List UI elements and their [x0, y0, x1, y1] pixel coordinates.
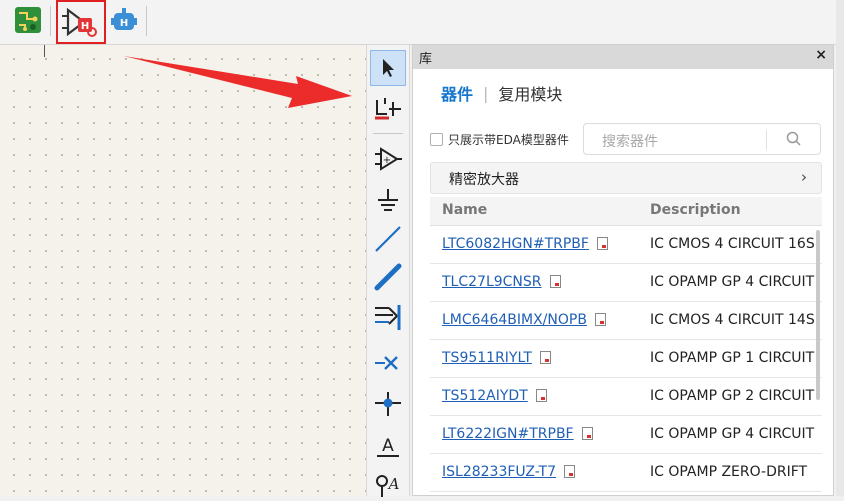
- library-panel: 库 × 器件 | 复用模块 只展示带EDA模型器件 搜索器件 精密放大器 › N…: [412, 44, 834, 496]
- datasheet-icon[interactable]: [539, 351, 551, 364]
- add-symbol-icon[interactable]: +: [370, 141, 406, 177]
- component-description: IC OPAMP ZERO-DRIFT: [650, 464, 808, 480]
- tab-reuse-modules[interactable]: 复用模块: [498, 81, 562, 105]
- toolbar-separator: [50, 6, 51, 36]
- table-scrollbar[interactable]: [816, 230, 820, 400]
- svg-text:+: +: [383, 155, 391, 166]
- component-description: IC CMOS 4 CIRCUIT 14S: [650, 312, 815, 328]
- search-placeholder: 搜索器件: [602, 134, 658, 150]
- datasheet-icon[interactable]: [549, 275, 561, 288]
- component-name-link[interactable]: TLC27L9CNSR: [442, 274, 561, 290]
- table-row[interactable]: LT6222IGN#TRPBF IC OPAMP GP 4 CIRCUIT: [430, 416, 822, 454]
- bus-entry-multi-icon[interactable]: [370, 299, 406, 335]
- component-description: IC OPAMP GP 1 CIRCUIT: [650, 350, 815, 366]
- top-toolbar: H H: [0, 0, 836, 45]
- panel-tabs: 器件 | 复用模块: [441, 81, 562, 105]
- datasheet-icon[interactable]: [596, 237, 608, 250]
- panel-title: 库: [419, 52, 433, 67]
- bus-entry-icon[interactable]: [370, 91, 406, 127]
- eda-model-filter[interactable]: 只展示带EDA模型器件: [430, 131, 569, 148]
- select-arrow-icon[interactable]: [370, 50, 406, 86]
- search-icon[interactable]: [786, 131, 802, 151]
- schematic-canvas[interactable]: [0, 45, 366, 496]
- table-row[interactable]: LTC6082HGN#TRPBF IC CMOS 4 CIRCUIT 16S: [430, 226, 822, 264]
- table-row[interactable]: ISL28233FUZ-T7 IC OPAMP ZERO-DRIFT: [430, 454, 822, 492]
- component-name-link[interactable]: LT6222IGN#TRPBF: [442, 426, 593, 442]
- svg-text:H: H: [120, 18, 128, 29]
- eda-model-checkbox-label: 只展示带EDA模型器件: [448, 133, 569, 147]
- component-name[interactable]: TS9511RIYLT: [442, 350, 532, 366]
- column-header-name[interactable]: Name: [442, 202, 487, 218]
- component-search-input[interactable]: 搜索器件: [583, 123, 821, 155]
- component-name[interactable]: TLC27L9CNSR: [442, 274, 542, 290]
- category-row[interactable]: 精密放大器 ›: [430, 162, 822, 194]
- component-name-link[interactable]: TS9511RIYLT: [442, 350, 551, 366]
- category-label: 精密放大器: [449, 172, 519, 188]
- component-description: IC OPAMP GP 4 CIRCUIT: [650, 274, 815, 290]
- table-row[interactable]: TS9511RIYLT IC OPAMP GP 1 CIRCUIT: [430, 340, 822, 378]
- annotation-arrow: [124, 56, 352, 108]
- component-name[interactable]: ISL28233FUZ-T7: [442, 464, 556, 480]
- component-name[interactable]: LT6222IGN#TRPBF: [442, 426, 574, 442]
- component-name[interactable]: LTC6082HGN#TRPBF: [442, 236, 589, 252]
- datasheet-icon[interactable]: [563, 465, 575, 478]
- component-description: IC OPAMP GP 4 CIRCUIT: [650, 426, 815, 442]
- bus-icon[interactable]: [370, 259, 406, 295]
- robot-helper-icon[interactable]: H: [108, 4, 140, 36]
- junction-icon[interactable]: [370, 385, 406, 421]
- svg-text:A: A: [382, 436, 394, 456]
- toolbar-separator: [146, 6, 147, 36]
- table-header: Name Description: [430, 197, 822, 226]
- table-row[interactable]: TLC27L9CNSR IC OPAMP GP 4 CIRCUIT: [430, 264, 822, 302]
- table-row[interactable]: LMC6464BIMX/NOPB IC CMOS 4 CIRCUIT 14S: [430, 302, 822, 340]
- component-description: IC OPAMP GP 2 CIRCUIT: [650, 388, 815, 404]
- panel-title-bar: 库 ×: [413, 45, 833, 69]
- toolbar-separator: [373, 133, 403, 134]
- component-table: LTC6082HGN#TRPBF IC CMOS 4 CIRCUIT 16S T…: [430, 226, 822, 497]
- schematic-library-icon: H: [62, 7, 97, 37]
- ground-power-icon[interactable]: [370, 183, 406, 219]
- wire-icon[interactable]: [370, 221, 406, 257]
- close-icon[interactable]: ×: [815, 47, 827, 63]
- component-name[interactable]: TS512AIYDT: [442, 388, 528, 404]
- search-divider: [766, 130, 767, 150]
- component-description: IC CMOS 4 CIRCUIT 16S: [650, 236, 815, 252]
- datasheet-icon[interactable]: [535, 389, 547, 402]
- datasheet-icon[interactable]: [581, 427, 593, 440]
- component-name-link[interactable]: LTC6082HGN#TRPBF: [442, 236, 608, 252]
- column-header-description[interactable]: Description: [650, 202, 741, 218]
- component-name-link[interactable]: TS512AIYDT: [442, 388, 547, 404]
- tab-components[interactable]: 器件: [441, 81, 473, 105]
- component-name-link[interactable]: ISL28233FUZ-T7: [442, 464, 575, 480]
- schematic-library-button[interactable]: H: [56, 0, 106, 44]
- datasheet-icon[interactable]: [594, 313, 606, 326]
- table-row[interactable]: TS512AIYDT IC OPAMP GP 2 CIRCUIT: [430, 378, 822, 416]
- component-name-link[interactable]: LMC6464BIMX/NOPB: [442, 312, 606, 328]
- chevron-right-icon: ›: [801, 168, 807, 186]
- component-name[interactable]: LMC6464BIMX/NOPB: [442, 312, 587, 328]
- tab-separator: |: [483, 83, 489, 103]
- no-connect-icon[interactable]: [370, 345, 406, 381]
- eda-model-checkbox[interactable]: [430, 133, 443, 146]
- pcb-board-icon[interactable]: [12, 4, 44, 36]
- svg-text:A: A: [387, 475, 400, 493]
- vertical-toolbar: + A A: [366, 45, 410, 497]
- text-label-icon[interactable]: A: [370, 427, 406, 463]
- crosshair-cursor: [44, 45, 45, 57]
- window-right-edge: [836, 0, 844, 496]
